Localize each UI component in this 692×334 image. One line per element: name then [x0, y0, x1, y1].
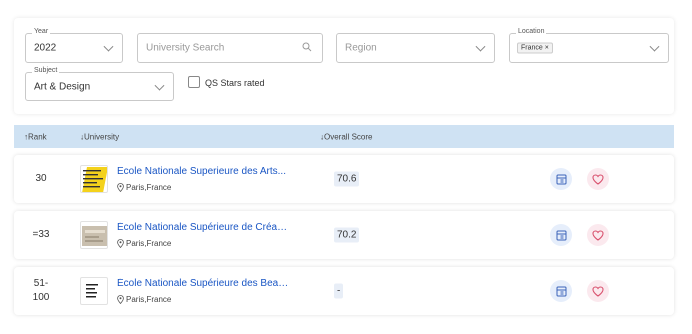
university-name-link[interactable]: École Nationale Supérieure des Beaux... [117, 278, 289, 289]
heart-icon [592, 285, 604, 297]
heart-icon [592, 173, 604, 185]
location-chip-france[interactable]: France × [517, 42, 553, 54]
rank-value: 30 [35, 173, 47, 184]
university-name-link[interactable]: Ecole Nationale Superieure des Arts... [117, 166, 289, 177]
overall-score: - [334, 283, 344, 299]
location-text: Paris,France [126, 295, 172, 304]
university-logo [80, 165, 108, 193]
location-select[interactable]: Location France × [509, 28, 669, 63]
favourite-button[interactable] [587, 224, 609, 246]
chevron-down-icon [103, 41, 114, 52]
location-pin-icon [117, 183, 124, 192]
chevron-down-icon [154, 80, 165, 91]
favourite-button[interactable] [587, 280, 609, 302]
favourite-button[interactable] [587, 168, 609, 190]
qs-stars-label: QS Stars rated [205, 78, 265, 88]
location-pin-icon [117, 239, 124, 248]
university-column-header[interactable]: ↓University [80, 132, 119, 141]
qs-stars-checkbox[interactable] [188, 76, 200, 88]
university-logo [80, 221, 108, 249]
subject-value: Art & Design [34, 81, 91, 92]
table-row: 30 Ecole Nationale Superieure des Arts..… [14, 155, 674, 203]
rank-value: 51- 100 [32, 278, 50, 303]
compare-icon [556, 174, 566, 184]
location-text: Paris,France [126, 183, 172, 192]
chevron-down-icon [649, 41, 660, 52]
search-placeholder: University Search [146, 42, 225, 54]
rank-column-header[interactable]: ↑Rank [24, 132, 47, 141]
subject-select[interactable]: Subject Art & Design [25, 67, 174, 101]
table-row: 51- 100 École Nationale Supérieure des B… [14, 267, 674, 315]
university-logo [80, 277, 108, 305]
region-placeholder: Region [345, 42, 377, 54]
search-icon[interactable] [302, 39, 312, 57]
chevron-down-icon [475, 41, 486, 52]
overall-score: 70.6 [334, 171, 360, 187]
heart-icon [592, 229, 604, 241]
score-column-header[interactable]: ↓Overall Score [320, 132, 372, 141]
location-label: Location [516, 28, 547, 35]
university-name-link[interactable]: École Nationale Supérieure de Créatio... [117, 222, 289, 233]
university-location: Paris,France [117, 183, 171, 192]
table-row: =33 École Nationale Supérieure de Créati… [14, 211, 674, 259]
compare-icon [556, 230, 566, 240]
table-header: ↑Rank ↓University ↓Overall Score [14, 125, 674, 148]
overall-score: 70.2 [334, 227, 360, 243]
year-value: 2022 [34, 42, 57, 54]
subject-label: Subject [32, 67, 60, 74]
compare-icon [556, 286, 566, 296]
location-text: Paris,France [126, 239, 172, 248]
rank-value: =33 [32, 229, 50, 240]
compare-button[interactable] [550, 280, 572, 302]
university-search-input[interactable]: University Search [137, 33, 323, 63]
location-pin-icon [117, 295, 124, 304]
university-location: Paris,France [117, 295, 171, 304]
year-label: Year [32, 28, 51, 35]
compare-button[interactable] [550, 224, 572, 246]
filter-panel: Year 2022 University Search Region Locat… [14, 18, 674, 114]
university-location: Paris,France [117, 239, 171, 248]
region-select[interactable]: Region [336, 33, 495, 63]
compare-button[interactable] [550, 168, 572, 190]
year-select[interactable]: Year 2022 [25, 28, 123, 63]
